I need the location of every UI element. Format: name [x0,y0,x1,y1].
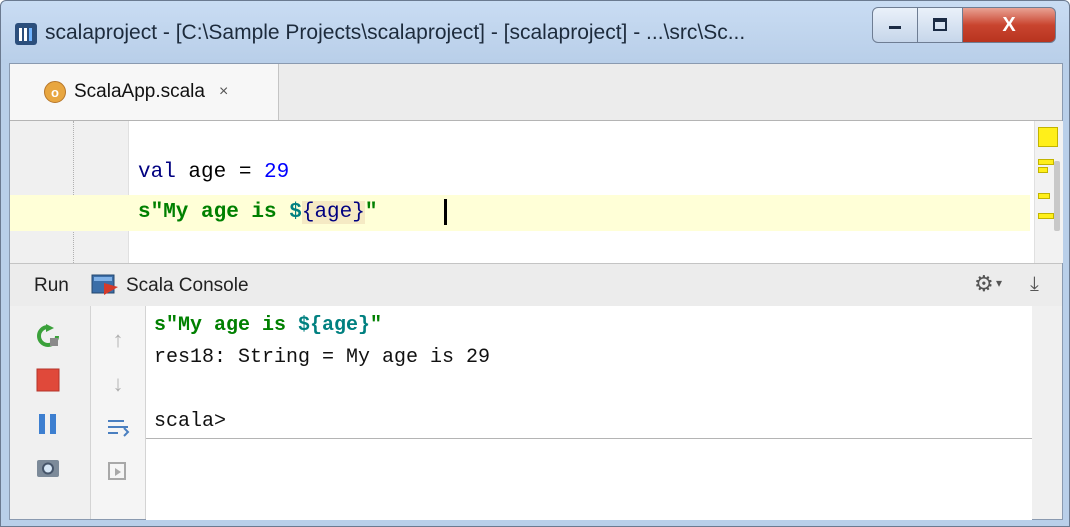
history-down-button[interactable]: ↓ [104,370,132,398]
console-echo-line: s"My age is ${age}" [154,314,383,337]
pause-icon [39,414,56,434]
interp-dollar: $ [289,201,302,224]
scala-object-icon: o [44,81,66,103]
tab-close-icon[interactable]: × [219,83,228,101]
console-output[interactable]: s"My age is ${age}" res18: String = My a… [146,306,1032,438]
string-prefix: s"My age is [138,201,290,224]
minimize-button[interactable] [872,7,918,43]
interp-close-brace: } [352,201,365,224]
run-label: Run [34,275,69,296]
pause-button[interactable] [34,410,62,438]
window-controls: X [872,7,1056,43]
stop-button[interactable] [34,366,62,394]
editor-gutter [10,121,129,263]
error-stripe[interactable] [1034,121,1063,263]
soft-wrap-icon [108,420,130,437]
interp-var: age [314,201,353,224]
code-editor[interactable]: val age = 29 s"My age is ${age}" [10,121,1063,263]
title-bar[interactable]: scalaproject - [C:\Sample Projects\scala… [1,1,1069,63]
editor-tab-bar: o ScalaApp.scala × [10,64,1062,121]
rerun-icon [37,324,59,347]
scala-console-icon [91,274,118,295]
history-up-button[interactable]: ↑ [104,326,132,354]
gear-icon[interactable]: ⚙ [974,271,994,297]
tab-scala-console[interactable]: Scala Console [126,275,249,297]
console-input-field[interactable] [146,438,1032,520]
arrow-up-icon: ↑ [112,327,124,352]
string-suffix: " [364,201,378,224]
tab-scalaapp[interactable]: o ScalaApp.scala × [10,64,279,120]
warning-marker[interactable] [1038,193,1050,199]
window-title: scalaproject - [C:\Sample Projects\scala… [45,21,746,44]
code-line-1: val age = 29 [138,161,289,184]
history-toolbar: ↑ ↓ [90,306,146,519]
run-panel-body: ↑ ↓ s"My age is ${age}" res18: String = … [10,306,1062,520]
interp-open-brace: { [301,201,315,224]
run-tool-window-header: Run Scala Console ⚙ ▾ ⤓ [10,263,1062,307]
minimize-icon [889,26,901,29]
analysis-status-marker[interactable] [1038,127,1058,147]
intellij-app-icon [15,23,37,45]
execute-icon [108,462,126,480]
stop-icon [36,368,60,392]
editor-scroll-thumb[interactable] [1054,161,1060,231]
text-caret [444,199,447,225]
number-literal: 29 [264,161,290,184]
keyword-val: val [138,161,176,184]
maximize-icon [933,18,947,31]
console-prompt: scala> [154,410,227,433]
console-output-line: res18: String = My age is 29 [154,346,491,369]
chevron-down-icon[interactable]: ▾ [996,276,1002,290]
rerun-button[interactable] [34,322,62,350]
tab-label: ScalaApp.scala [74,81,205,102]
warning-marker[interactable] [1038,213,1054,219]
maximize-button[interactable] [918,7,963,43]
warning-marker[interactable] [1038,167,1048,173]
ide-client: o ScalaApp.scala × val age = 29 s"My age… [9,63,1063,520]
warning-marker[interactable] [1038,159,1054,165]
code-text: age = [175,161,265,184]
soft-wrap-button[interactable] [104,414,132,442]
execute-button[interactable] [104,458,132,486]
hide-panel-icon[interactable]: ⤓ [1030,273,1039,296]
close-icon: X [1002,13,1016,36]
arrow-down-icon: ↓ [112,371,124,396]
camera-icon [37,460,59,477]
ide-window: scalaproject - [C:\Sample Projects\scala… [0,0,1070,527]
screenshot-button[interactable] [34,454,62,482]
code-line-2: s"My age is ${age}" [138,201,377,224]
run-toolbar [10,306,86,519]
close-button[interactable]: X [963,7,1056,43]
